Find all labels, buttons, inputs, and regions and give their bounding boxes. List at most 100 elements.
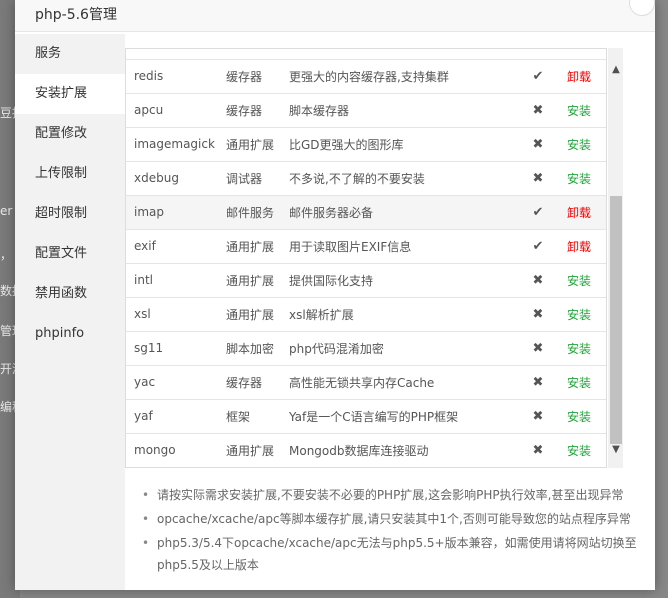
extension-desc: 用于读取图片EXIF信息 (289, 229, 517, 264)
sidebar: 服务 安装扩展 配置修改 上传限制 超时限制 配置文件 禁用函数 phpinfo (15, 34, 125, 590)
background-text: 编程 (0, 400, 16, 414)
install-button[interactable]: 安装 (567, 172, 591, 186)
extension-desc: 提供国际化支持 (289, 263, 517, 298)
sidebar-item-7[interactable]: phpinfo (15, 314, 125, 354)
table-row: exif 通用扩展 用于读取图片EXIF信息 ✔ 卸载 (126, 229, 606, 264)
extension-list-panel: redis 缓存器 更强大的内容缓存器,支持集群 ✔ 卸载 apcu 缓存器 脚本缓存器 ✖ 安装… (125, 48, 623, 468)
install-button[interactable]: 安装 (567, 376, 591, 390)
install-button[interactable]: 安装 (567, 410, 591, 424)
extension-desc: 不多说,不了解的不要安装 (289, 161, 517, 196)
extension-type: 邮件服务 (226, 195, 289, 230)
sidebar-item-3[interactable]: 上传限制 (15, 154, 125, 194)
extension-desc: 高性能无锁共享内存Cache (289, 365, 517, 400)
uninstall-button[interactable]: 卸载 (567, 206, 591, 220)
extension-desc: 脚本缓存器 (289, 93, 517, 128)
scrollbar[interactable]: ▲ ▼ (608, 48, 623, 468)
background-text: 豆捕 (0, 106, 16, 120)
extension-name: exif (126, 229, 226, 264)
extension-type: 缓存器 (226, 59, 289, 94)
extension-desc: Yaf是一个C语言编写的PHP框架 (289, 399, 517, 434)
extension-name: imap (126, 195, 226, 230)
uninstall-button[interactable]: 卸载 (567, 70, 591, 84)
extension-name: yac (126, 365, 226, 400)
extension-desc: Mongodb数据库连接驱动 (289, 433, 517, 467)
check-icon: ✔ (517, 195, 559, 230)
install-button[interactable]: 安装 (567, 308, 591, 322)
table-row: yaf 框架 Yaf是一个C语言编写的PHP框架 ✖ 安装 (126, 399, 606, 434)
modal-title: php-5.6管理 (15, 0, 655, 32)
cross-icon: ✖ (517, 433, 559, 467)
extension-desc: 比GD更强大的图形库 (289, 127, 517, 162)
extension-type: 通用扩展 (226, 263, 289, 298)
sidebar-item-6[interactable]: 禁用函数 (15, 274, 125, 314)
extension-desc: 更强大的内容缓存器,支持集群 (289, 59, 517, 94)
extension-name: mongo (126, 433, 226, 467)
extension-desc: xsl解析扩展 (289, 297, 517, 332)
tip-item: opcache/xcache/apc等脚本缓存扩展,请只安装其中1个,否则可能导… (140, 508, 640, 530)
sidebar-item-0[interactable]: 服务 (15, 34, 125, 74)
cross-icon: ✖ (517, 127, 559, 162)
extension-type: 通用扩展 (226, 433, 289, 467)
scroll-up-icon[interactable]: ▲ (608, 62, 623, 78)
extension-table: redis 缓存器 更强大的内容缓存器,支持集群 ✔ 卸载 apcu 缓存器 脚本缓存器 ✖ 安装… (125, 48, 607, 468)
table-row: imagemagick 通用扩展 比GD更强大的图形库 ✖ 安装 (126, 127, 606, 162)
table-row: xdebug 调试器 不多说,不了解的不要安装 ✖ 安装 (126, 161, 606, 196)
background-text: 管理 (0, 324, 16, 338)
sidebar-item-2[interactable]: 配置修改 (15, 114, 125, 154)
extension-name: xsl (126, 297, 226, 332)
extension-name: imagemagick (126, 127, 226, 162)
extension-name: yaf (126, 399, 226, 434)
install-button[interactable]: 安装 (567, 104, 591, 118)
background-text: 数据 (0, 284, 16, 298)
table-row: mongo 通用扩展 Mongodb数据库连接驱动 ✖ 安装 (126, 433, 606, 467)
extension-desc: php代码混淆加密 (289, 331, 517, 366)
extension-type: 缓存器 (226, 365, 289, 400)
table-row-partial (126, 49, 606, 60)
cross-icon: ✖ (517, 331, 559, 366)
extension-type: 调试器 (226, 161, 289, 196)
tip-item: php5.3/5.4下opcache/xcache/apc无法与php5.5+版… (140, 532, 640, 576)
install-button[interactable]: 安装 (567, 444, 591, 458)
background-text: 开源 (0, 362, 16, 376)
background-text: er 2 (0, 204, 16, 218)
extension-name: xdebug (126, 161, 226, 196)
extension-type: 通用扩展 (226, 127, 289, 162)
background-text: ， (0, 248, 13, 262)
table-row: apcu 缓存器 脚本缓存器 ✖ 安装 (126, 93, 606, 128)
table-row: redis 缓存器 更强大的内容缓存器,支持集群 ✔ 卸载 (126, 59, 606, 94)
table-row: yac 缓存器 高性能无锁共享内存Cache ✖ 安装 (126, 365, 606, 400)
extension-type: 通用扩展 (226, 297, 289, 332)
uninstall-button[interactable]: 卸载 (567, 240, 591, 254)
table-row: imap 邮件服务 邮件服务器必备 ✔ 卸载 (126, 195, 606, 230)
sidebar-item-5[interactable]: 配置文件 (15, 234, 125, 274)
sidebar-item-1[interactable]: 安装扩展 (15, 74, 125, 114)
cross-icon: ✖ (517, 399, 559, 434)
extension-desc: 邮件服务器必备 (289, 195, 517, 230)
tip-item: 请按实际需求安装扩展,不要安装不必要的PHP扩展,这会影响PHP执行效率,甚至出… (140, 484, 640, 506)
cross-icon: ✖ (517, 161, 559, 196)
cross-icon: ✖ (517, 297, 559, 332)
install-button[interactable]: 安装 (567, 138, 591, 152)
extension-type: 脚本加密 (226, 331, 289, 366)
extension-name: intl (126, 263, 226, 298)
cross-icon: ✖ (517, 365, 559, 400)
install-button[interactable]: 安装 (567, 342, 591, 356)
table-row: intl 通用扩展 提供国际化支持 ✖ 安装 (126, 263, 606, 298)
extension-name: apcu (126, 93, 226, 128)
scrollbar-thumb[interactable] (610, 196, 622, 444)
sidebar-item-4[interactable]: 超时限制 (15, 194, 125, 234)
cross-icon: ✖ (517, 263, 559, 298)
extension-type: 框架 (226, 399, 289, 434)
check-icon: ✔ (517, 59, 559, 94)
install-button[interactable]: 安装 (567, 274, 591, 288)
scroll-down-icon[interactable]: ▼ (608, 442, 623, 458)
table-row: sg11 脚本加密 php代码混淆加密 ✖ 安装 (126, 331, 606, 366)
table-row: xsl 通用扩展 xsl解析扩展 ✖ 安装 (126, 297, 606, 332)
tips-list: 请按实际需求安装扩展,不要安装不必要的PHP扩展,这会影响PHP执行效率,甚至出… (140, 484, 640, 578)
cross-icon: ✖ (517, 93, 559, 128)
extension-name: redis (126, 59, 226, 94)
extension-type: 缓存器 (226, 93, 289, 128)
check-icon: ✔ (517, 229, 559, 264)
extension-name: sg11 (126, 331, 226, 366)
extension-type: 通用扩展 (226, 229, 289, 264)
